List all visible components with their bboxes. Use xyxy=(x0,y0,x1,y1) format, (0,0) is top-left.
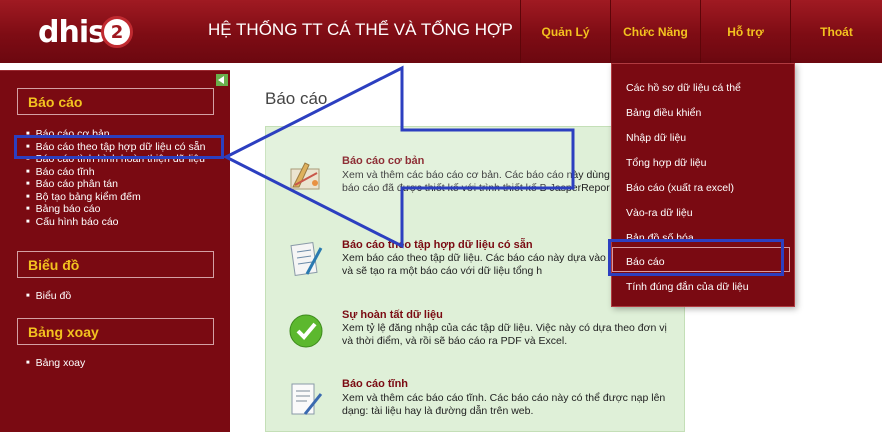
report-title-tinh[interactable]: Báo cáo tĩnh xyxy=(342,378,408,390)
logo-badge: 2 xyxy=(100,16,133,48)
menu-item-nhap-du-lieu[interactable]: Nhập dữ liệu xyxy=(626,132,686,144)
nav-quan-ly[interactable]: Quản Lý xyxy=(520,0,610,63)
menu-item-tong-hop-du-lieu[interactable]: Tổng hợp dữ liệu xyxy=(626,157,706,169)
nav-thoat[interactable]: Thoát xyxy=(790,0,882,63)
report-title-hoan-tat[interactable]: Sự hoàn tất dữ liệu xyxy=(342,309,443,321)
logo-number: 2 xyxy=(110,21,124,43)
section-header-bao-cao[interactable]: Báo cáo xyxy=(17,88,214,115)
form-pen-icon[interactable] xyxy=(287,240,325,278)
report-desc-tinh: Xem và thêm các báo cáo tĩnh. Các báo cá… xyxy=(342,392,666,417)
sidebar-item-bieu-do[interactable]: Biểu đồ xyxy=(26,290,72,303)
menu-item-tinh-dung-dan[interactable]: Tính đúng đắn của dữ liệu xyxy=(626,281,749,293)
collapse-sidebar-icon[interactable] xyxy=(216,74,228,86)
menu-item-vao-ra-du-lieu[interactable]: Vào-ra dữ liệu xyxy=(626,207,693,219)
page-title: Báo cáo xyxy=(265,89,328,108)
sidebar-item-bo-tao-bang-kiem-dem[interactable]: Bộ tạo bảng kiểm đếm xyxy=(26,191,205,204)
document-pen-icon[interactable] xyxy=(287,380,325,418)
report-title-tap-hop[interactable]: Báo cáo theo tập hợp dữ liệu có sẵn xyxy=(342,239,533,251)
menu-item-ho-so-ca-the[interactable]: Các hồ sơ dữ liệu cá thể xyxy=(626,82,741,94)
system-title: HỆ THỐNG TT CÁ THỂ VÀ TỔNG HỢP xyxy=(208,20,513,39)
pivot-menu-list: Bảng xoay xyxy=(26,357,86,370)
chart-menu-list: Biểu đồ xyxy=(26,290,72,303)
dhis2-logo[interactable]: dhis 2 xyxy=(38,10,133,54)
nav-chuc-nang[interactable]: Chức Năng xyxy=(610,0,700,63)
top-nav: Quản Lý Chức Năng Hỗ trợ Thoát xyxy=(520,0,882,63)
check-icon[interactable] xyxy=(287,312,325,350)
menu-item-bao-cao-excel[interactable]: Báo cáo (xuất ra excel) xyxy=(626,182,734,194)
menu-highlight-box xyxy=(608,239,784,276)
top-header: dhis 2 HỆ THỐNG TT CÁ THỂ VÀ TỔNG HỢP Qu… xyxy=(0,0,882,63)
logo-text: dhis xyxy=(38,14,106,50)
nav-ho-tro[interactable]: Hỗ trợ xyxy=(700,0,790,63)
section-header-bieu-do[interactable]: Biểu đồ xyxy=(17,251,214,278)
report-desc-hoan-tat: Xem tỷ lệ đăng nhập của các tập dữ liệu.… xyxy=(342,322,667,347)
menu-item-bang-dieu-khien[interactable]: Bảng điều khiển xyxy=(626,107,701,119)
sidebar-item-cau-hinh-bao-cao[interactable]: Cấu hình báo cáo xyxy=(26,216,205,229)
app-root: dhis 2 HỆ THỐNG TT CÁ THỂ VÀ TỔNG HỢP Qu… xyxy=(0,0,882,432)
sidebar-item-bang-xoay[interactable]: Bảng xoay xyxy=(26,357,86,370)
sidebar-item-bao-cao-phan-tan[interactable]: Báo cáo phân tán xyxy=(26,178,205,191)
left-sidebar: Báo cáo Báo cáo cơ bản Báo cáo theo tập … xyxy=(0,70,230,432)
sidebar-highlight-box xyxy=(14,135,224,159)
sidebar-item-bao-cao-tinh[interactable]: Báo cáo tĩnh xyxy=(26,166,205,179)
section-header-bang-xoay[interactable]: Bảng xoay xyxy=(17,318,214,345)
design-tools-icon[interactable] xyxy=(287,155,325,193)
report-title-co-ban[interactable]: Báo cáo cơ bản xyxy=(342,155,424,167)
sidebar-item-bang-bao-cao[interactable]: Bảng báo cáo xyxy=(26,203,205,216)
